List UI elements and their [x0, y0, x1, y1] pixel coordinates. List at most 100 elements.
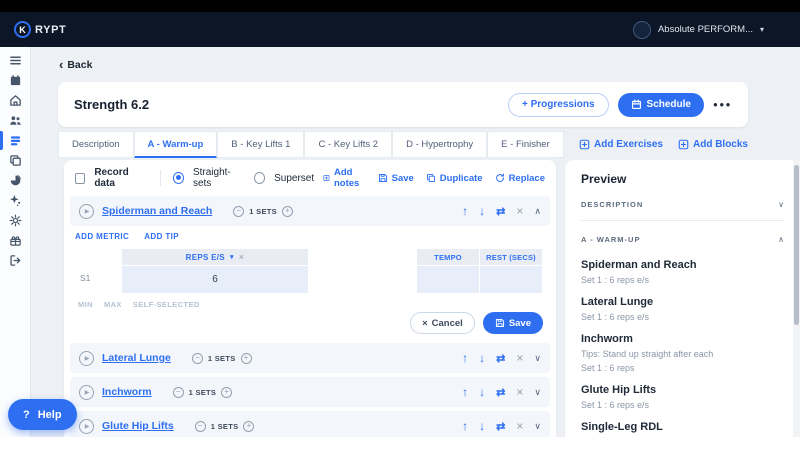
add-tip-button[interactable]: ADD TIP	[144, 232, 179, 241]
minus-icon[interactable]: −	[192, 353, 203, 364]
app-header: K RYPT Absolute PERFORM... ▾	[0, 12, 800, 47]
move-up-icon[interactable]: ↑	[462, 204, 468, 218]
play-icon[interactable]: ▶	[79, 351, 94, 366]
plus-icon[interactable]: +	[282, 206, 293, 217]
expand-icon[interactable]: ∨	[534, 387, 541, 398]
logout-icon[interactable]	[0, 254, 31, 267]
expand-icon[interactable]: ∨	[534, 353, 541, 364]
cancel-button[interactable]: ×Cancel	[410, 312, 475, 334]
tab-key-lifts-1[interactable]: B - Key Lifts 1	[217, 131, 304, 158]
plus-icon[interactable]: +	[241, 353, 252, 364]
straight-sets-radio[interactable]	[173, 172, 184, 184]
move-up-icon[interactable]: ↑	[462, 419, 468, 433]
preview-item-name: Spiderman and Reach	[581, 259, 784, 271]
remove-icon[interactable]: ×	[516, 385, 523, 399]
reps-value-cell[interactable]: 6	[122, 266, 308, 293]
plus-icon[interactable]: +	[221, 387, 232, 398]
account-menu[interactable]: Absolute PERFORM... ▾	[633, 21, 764, 39]
top-letterbox	[0, 0, 800, 12]
play-icon[interactable]: ▶	[79, 419, 94, 434]
exercise-link[interactable]: Inchworm	[102, 386, 152, 398]
block-actions: Add Exercises Add Blocks	[579, 131, 748, 158]
tab-warm-up[interactable]: A - Warm-up	[134, 131, 218, 158]
swap-icon[interactable]: ⇄	[496, 386, 505, 399]
add-blocks-button[interactable]: Add Blocks	[678, 139, 748, 150]
remove-icon[interactable]: ×	[516, 419, 523, 433]
reps-column-header[interactable]: REPS E/S ▾ ×	[122, 249, 308, 265]
preview-item-detail: Set 1 : 6 reps e/s	[581, 400, 784, 410]
move-down-icon[interactable]: ↓	[479, 351, 485, 365]
record-data-checkbox[interactable]	[75, 173, 85, 184]
add-metric-button[interactable]: ADD METRIC	[75, 232, 129, 241]
tab-hypertrophy[interactable]: D - Hypertrophy	[392, 131, 487, 158]
swap-icon[interactable]: ⇄	[496, 205, 505, 218]
tempo-rest-table: TEMPO REST (SECS)	[417, 249, 542, 293]
self-selected-option[interactable]: SELF-SELECTED	[133, 300, 200, 309]
minus-icon[interactable]: −	[233, 206, 244, 217]
calendar-icon[interactable]	[0, 74, 31, 87]
pie-chart-icon[interactable]	[0, 174, 31, 187]
back-label: Back	[67, 59, 92, 71]
title-actions: + Progressions Schedule ●●●	[508, 93, 732, 117]
save-button[interactable]: Save	[483, 312, 543, 334]
close-icon: ×	[422, 318, 428, 329]
exercise-link[interactable]: Spiderman and Reach	[102, 205, 212, 217]
preview-section-description[interactable]: DESCRIPTION ∨	[581, 200, 784, 209]
workout-title-card: Strength 6.2 + Progressions Schedule ●●●	[58, 82, 748, 127]
tab-finisher[interactable]: E - Finisher	[487, 131, 564, 158]
scrollbar-track[interactable]	[793, 160, 800, 437]
move-down-icon[interactable]: ↓	[479, 385, 485, 399]
tab-key-lifts-2[interactable]: C - Key Lifts 2	[304, 131, 392, 158]
move-down-icon[interactable]: ↓	[479, 419, 485, 433]
preview-item-detail: Set 1 : 6 reps e/s	[581, 312, 784, 322]
avatar[interactable]	[633, 21, 651, 39]
tempo-cell[interactable]	[417, 266, 479, 293]
superset-label: Superset	[274, 173, 314, 184]
exercise-link[interactable]: Lateral Lunge	[102, 352, 171, 364]
sparkles-icon[interactable]	[0, 194, 31, 207]
gift-icon[interactable]	[0, 234, 31, 247]
bottom-letterbox	[0, 437, 800, 450]
add-exercises-button[interactable]: Add Exercises	[579, 139, 663, 150]
minus-icon[interactable]: −	[173, 387, 184, 398]
programs-icon[interactable]	[0, 134, 31, 147]
preview-section-warm-up[interactable]: A - WARM-UP ∧	[581, 235, 784, 244]
max-option[interactable]: MAX	[104, 300, 122, 309]
duplicate-button[interactable]: Duplicate	[426, 173, 483, 184]
gear-icon[interactable]	[0, 214, 31, 227]
move-up-icon[interactable]: ↑	[462, 351, 468, 365]
swap-icon[interactable]: ⇄	[496, 352, 505, 365]
minus-icon[interactable]: −	[195, 421, 206, 432]
expand-icon[interactable]: ∨	[534, 421, 541, 432]
collapse-icon[interactable]: ∧	[534, 206, 541, 217]
scrollbar-thumb[interactable]	[794, 165, 799, 325]
more-options-icon[interactable]: ●●●	[713, 100, 732, 109]
remove-column-icon[interactable]: ×	[239, 252, 245, 262]
caret-down-icon[interactable]: ▾	[230, 253, 234, 261]
save-block-button[interactable]: Save	[378, 173, 414, 184]
add-notes-button[interactable]: Add notes	[323, 167, 365, 189]
users-icon[interactable]	[0, 114, 31, 127]
superset-radio[interactable]	[254, 172, 265, 184]
plus-icon[interactable]: +	[243, 421, 254, 432]
row-actions: ↑ ↓ ⇄ × ∨	[462, 419, 541, 433]
rest-cell[interactable]	[480, 266, 542, 293]
menu-icon[interactable]	[0, 54, 31, 67]
help-button[interactable]: ? Help	[8, 399, 77, 430]
remove-icon[interactable]: ×	[516, 204, 523, 218]
play-icon[interactable]: ▶	[79, 385, 94, 400]
move-up-icon[interactable]: ↑	[462, 385, 468, 399]
copy-icon[interactable]	[0, 154, 31, 167]
schedule-button[interactable]: Schedule	[618, 93, 704, 117]
progressions-button[interactable]: + Progressions	[508, 93, 609, 117]
swap-icon[interactable]: ⇄	[496, 420, 505, 433]
play-icon[interactable]: ▶	[79, 204, 94, 219]
back-button[interactable]: ‹ Back	[59, 59, 92, 71]
min-option[interactable]: MIN	[78, 300, 93, 309]
exercise-link[interactable]: Glute Hip Lifts	[102, 420, 174, 432]
replace-button[interactable]: Replace	[495, 173, 545, 184]
tab-description[interactable]: Description	[58, 131, 134, 158]
home-icon[interactable]	[0, 94, 31, 107]
move-down-icon[interactable]: ↓	[479, 204, 485, 218]
remove-icon[interactable]: ×	[516, 351, 523, 365]
